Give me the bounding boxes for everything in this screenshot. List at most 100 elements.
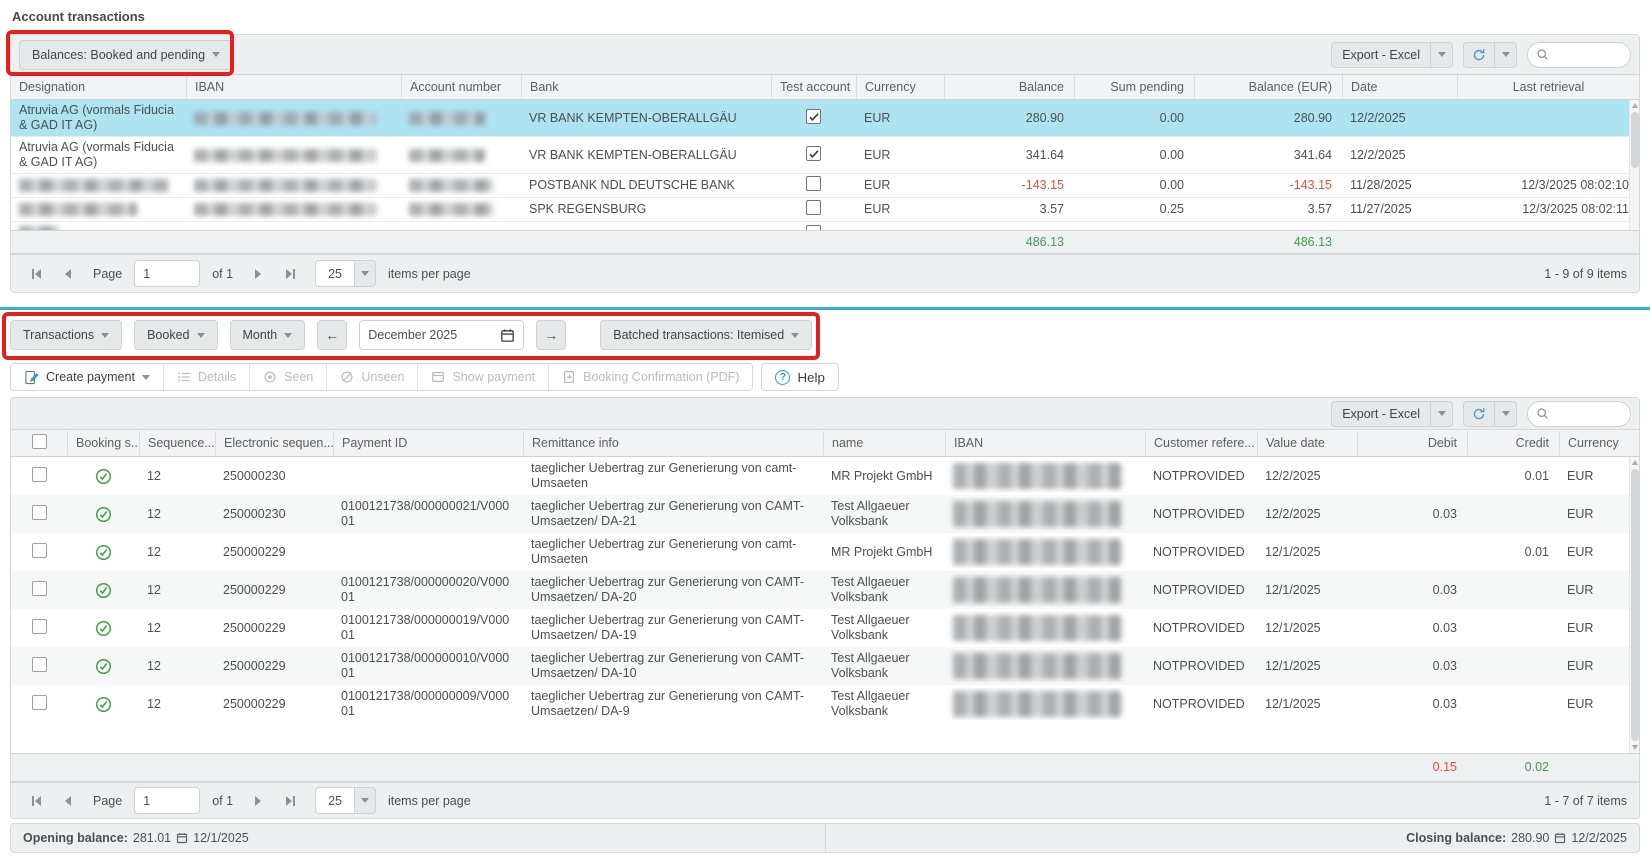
- row-checkbox[interactable]: [32, 581, 47, 596]
- transactions-search-input[interactable]: [1554, 407, 1624, 421]
- balance-row[interactable]: Atruvia AG (vormals Fiducia & GAD IT AG)…: [11, 137, 1639, 174]
- scroll-up-icon[interactable]: [1632, 460, 1638, 465]
- refresh-button[interactable]: [1463, 42, 1495, 68]
- period-dropdown[interactable]: Month: [230, 320, 306, 350]
- col-value-date[interactable]: Value date: [1257, 431, 1357, 455]
- help-button[interactable]: ? Help: [761, 363, 838, 391]
- transaction-row[interactable]: 12 250000229 0100121738/000000020/V00001…: [11, 571, 1639, 609]
- col-designation[interactable]: Designation: [11, 75, 186, 99]
- refresh-dropdown-button[interactable]: [1495, 42, 1517, 68]
- col-sequence[interactable]: Sequence...: [139, 431, 215, 455]
- booking-confirmation-button[interactable]: Booking Confirmation (PDF): [548, 364, 752, 390]
- row-checkbox[interactable]: [32, 619, 47, 634]
- period-datepicker[interactable]: December 2025: [359, 320, 524, 350]
- test-account-checkbox[interactable]: [806, 109, 821, 124]
- row-checkbox[interactable]: [32, 543, 47, 558]
- chevron-down-icon[interactable]: [354, 260, 376, 287]
- page-size-select[interactable]: 25: [315, 260, 376, 287]
- test-account-checkbox[interactable]: [806, 176, 821, 191]
- test-account-checkbox[interactable]: [806, 200, 821, 215]
- transaction-row[interactable]: 12 250000230 0100121738/000000021/V00001…: [11, 495, 1639, 533]
- col-currency[interactable]: Currency: [1559, 431, 1639, 455]
- transactions-vertical-scrollbar[interactable]: [1629, 457, 1639, 753]
- page-number-input[interactable]: [134, 787, 200, 814]
- unseen-button[interactable]: Unseen: [326, 364, 417, 390]
- next-page-button[interactable]: [245, 261, 271, 287]
- col-iban[interactable]: IBAN: [945, 431, 1145, 455]
- transaction-row[interactable]: 12 250000229 taeglicher Uebertrag zur Ge…: [11, 533, 1639, 571]
- balance-row[interactable]: SPK REGENSBURG EUR 3.57 0.25 3.57 11/27/…: [11, 198, 1639, 222]
- row-checkbox[interactable]: [32, 695, 47, 710]
- batched-transactions-dropdown[interactable]: Batched transactions: Itemised: [600, 320, 812, 350]
- next-page-button[interactable]: [245, 788, 271, 814]
- previous-period-button[interactable]: ←: [317, 320, 347, 350]
- select-all-checkbox[interactable]: [32, 434, 47, 449]
- details-button[interactable]: Details: [163, 364, 249, 390]
- calendar-icon[interactable]: [500, 328, 515, 343]
- col-balance-eur[interactable]: Balance (EUR): [1194, 75, 1342, 99]
- calendar-icon: [1554, 832, 1566, 844]
- chevron-down-icon[interactable]: [354, 787, 376, 814]
- next-period-button[interactable]: →: [536, 320, 566, 350]
- test-account-checkbox[interactable]: [806, 146, 821, 161]
- first-page-button[interactable]: [23, 261, 49, 287]
- col-balance[interactable]: Balance: [944, 75, 1074, 99]
- balances-search-input[interactable]: [1554, 48, 1624, 62]
- previous-page-button[interactable]: [55, 788, 81, 814]
- row-checkbox[interactable]: [32, 467, 47, 482]
- export-excel-button[interactable]: Export - Excel: [1331, 401, 1431, 427]
- col-account-number[interactable]: Account number: [401, 75, 521, 99]
- first-page-button[interactable]: [23, 788, 49, 814]
- page-label: Page: [93, 267, 122, 281]
- col-currency[interactable]: Currency: [856, 75, 944, 99]
- balances-vertical-scrollbar[interactable]: [1629, 100, 1639, 230]
- show-payment-button[interactable]: Show payment: [417, 364, 548, 390]
- transaction-row[interactable]: 12 250000229 0100121738/000000009/V00001…: [11, 685, 1639, 723]
- export-excel-button[interactable]: Export - Excel: [1331, 42, 1431, 68]
- refresh-dropdown-button[interactable]: [1495, 401, 1517, 427]
- balances-filter-dropdown[interactable]: Balances: Booked and pending: [19, 40, 233, 70]
- scrollbar-thumb[interactable]: [1631, 112, 1639, 168]
- last-page-button[interactable]: [277, 261, 303, 287]
- col-electronic-sequence[interactable]: Electronic sequen...: [215, 431, 333, 455]
- col-iban[interactable]: IBAN: [186, 75, 401, 99]
- scroll-down-icon[interactable]: [1632, 745, 1638, 750]
- transactions-type-dropdown[interactable]: Transactions: [10, 320, 122, 350]
- col-payment-id[interactable]: Payment ID: [333, 431, 523, 455]
- balances-search: [1527, 42, 1631, 68]
- booking-status-dropdown[interactable]: Booked: [134, 320, 217, 350]
- col-customer-reference[interactable]: Customer refere...: [1145, 431, 1257, 455]
- scrollbar-thumb[interactable]: [1631, 469, 1639, 741]
- col-test-account[interactable]: Test account: [771, 75, 856, 99]
- col-name[interactable]: name: [823, 431, 945, 455]
- col-credit[interactable]: Credit: [1467, 431, 1559, 455]
- col-sum-pending[interactable]: Sum pending: [1074, 75, 1194, 99]
- transaction-row[interactable]: 12 250000230 taeglicher Uebertrag zur Ge…: [11, 457, 1639, 495]
- previous-page-button[interactable]: [55, 261, 81, 287]
- col-date[interactable]: Date: [1342, 75, 1457, 99]
- scroll-up-icon[interactable]: [1632, 103, 1638, 108]
- page-size-select[interactable]: 25: [315, 787, 376, 814]
- create-payment-button[interactable]: Create payment: [11, 364, 163, 390]
- balance-row[interactable]: POSTBANK NDL DEUTSCHE BANK EUR -143.15 0…: [11, 174, 1639, 198]
- row-checkbox[interactable]: [32, 505, 47, 520]
- export-dropdown-button[interactable]: [1431, 401, 1453, 427]
- test-account-checkbox[interactable]: [806, 225, 821, 230]
- export-dropdown-button[interactable]: [1431, 42, 1453, 68]
- transaction-row[interactable]: 12 250000229 0100121738/000000010/V00001…: [11, 647, 1639, 685]
- balance-row[interactable]: Atruvia AG (vormals Fiducia & GAD IT AG)…: [11, 100, 1639, 137]
- col-booking-status[interactable]: Booking s...: [67, 431, 139, 455]
- last-page-button[interactable]: [277, 788, 303, 814]
- col-debit[interactable]: Debit: [1357, 431, 1467, 455]
- col-bank[interactable]: Bank: [521, 75, 771, 99]
- col-last-retrieval[interactable]: Last retrieval: [1457, 75, 1639, 99]
- row-checkbox[interactable]: [32, 657, 47, 672]
- balance-row-partial[interactable]: [11, 222, 1639, 230]
- refresh-button[interactable]: [1463, 401, 1495, 427]
- page-number-input[interactable]: [134, 260, 200, 287]
- transaction-row[interactable]: 12 250000229 0100121738/000000019/V00001…: [11, 609, 1639, 647]
- seen-button[interactable]: Seen: [249, 364, 326, 390]
- col-remittance-info[interactable]: Remittance info: [523, 431, 823, 455]
- chevron-down-icon: [1438, 52, 1446, 57]
- chevron-down-icon: [1438, 411, 1446, 416]
